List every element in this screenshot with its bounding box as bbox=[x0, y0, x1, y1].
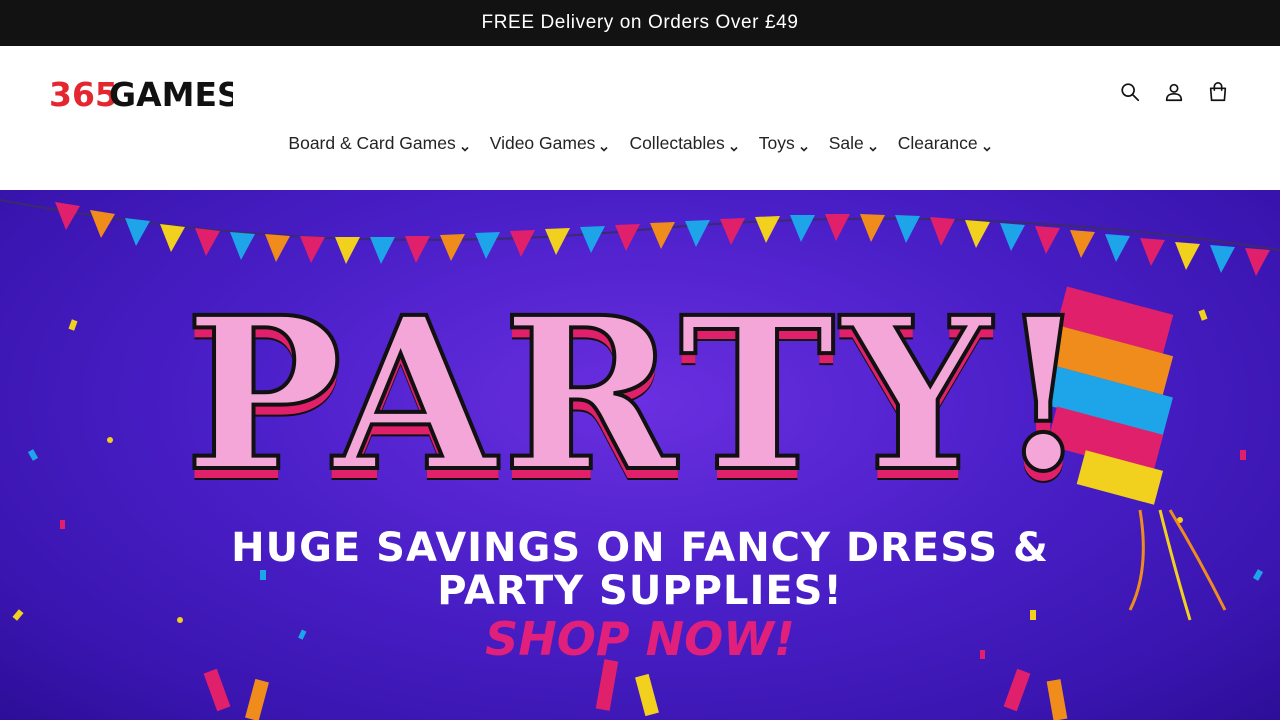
bunting-flags bbox=[55, 202, 1270, 276]
announcement-bar: FREE Delivery on Orders Over £49 bbox=[0, 0, 1280, 46]
site-logo[interactable]: 365 GAMES bbox=[49, 75, 241, 114]
chevron-down-icon bbox=[599, 138, 609, 152]
nav-item-label: Sale bbox=[828, 132, 864, 153]
nav-item-label: Clearance bbox=[897, 132, 978, 153]
cart-icon[interactable] bbox=[1202, 76, 1234, 108]
nav-item-label: Board & Card Games bbox=[288, 132, 456, 153]
chevron-down-icon bbox=[982, 138, 992, 152]
nav-item-label: Video Games bbox=[489, 132, 596, 153]
streamers bbox=[203, 659, 1068, 720]
nav-item-toys[interactable]: Toys bbox=[759, 125, 809, 161]
hero-headline: PARTY! bbox=[183, 271, 1096, 518]
header-icons bbox=[1114, 76, 1234, 108]
nav-item-video-games[interactable]: Video Games bbox=[490, 125, 610, 161]
nav-item-sale[interactable]: Sale bbox=[829, 125, 878, 161]
site-header: 365 GAMES Board & Card Games Video Games… bbox=[0, 46, 1280, 190]
chevron-down-icon bbox=[799, 138, 809, 152]
nav-item-collectables[interactable]: Collectables bbox=[629, 125, 738, 161]
chevron-down-icon bbox=[868, 138, 878, 152]
announcement-text: FREE Delivery on Orders Over £49 bbox=[481, 12, 799, 33]
nav-item-clearance[interactable]: Clearance bbox=[898, 125, 992, 161]
main-nav: Board & Card Games Video Games Collectab… bbox=[0, 125, 1280, 161]
logo-365: 365 bbox=[49, 76, 118, 110]
account-icon[interactable] bbox=[1158, 76, 1190, 108]
nav-item-label: Toys bbox=[758, 132, 795, 153]
search-icon[interactable] bbox=[1114, 76, 1146, 108]
nav-item-board-card-games[interactable]: Board & Card Games bbox=[288, 125, 469, 161]
chevron-down-icon bbox=[460, 138, 470, 152]
shop-now-link[interactable]: SHOP NOW! bbox=[0, 612, 1280, 666]
hero-banner[interactable]: PARTY! HUGE SAVINGS ON FANCY DRESS & PAR… bbox=[0, 190, 1280, 720]
hero-subheadline-2: PARTY SUPPLIES! bbox=[437, 568, 843, 614]
nav-item-label: Collectables bbox=[629, 132, 725, 153]
chevron-down-icon bbox=[729, 138, 739, 152]
hero-subheadline-1: HUGE SAVINGS ON FANCY DRESS & bbox=[231, 525, 1049, 571]
logo-games: GAMES bbox=[109, 76, 233, 110]
